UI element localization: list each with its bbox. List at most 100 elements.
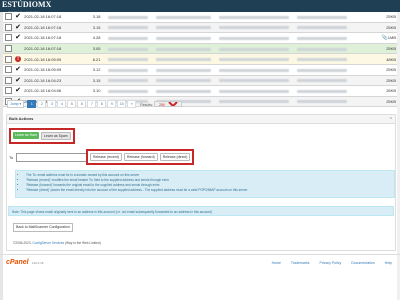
next-page-button[interactable]: »	[127, 100, 137, 108]
row-date: 2021-02-18 16:07:18	[23, 22, 86, 34]
redacted-text	[297, 47, 348, 51]
info-box: The To: email address must be in a domai…	[15, 170, 395, 198]
row-checkbox[interactable]	[4, 66, 12, 74]
redacted-text	[219, 89, 290, 93]
bulk-actions-panel: Bulk Actions ^ Learn as Ham Learn as Spa…	[6, 114, 396, 251]
row-size: 📎1MB	[374, 32, 397, 44]
row-checkbox[interactable]	[4, 55, 12, 63]
cpanel-version: 110.0.18	[32, 261, 44, 265]
row-date: 2021-02-18 16:07:18	[23, 32, 86, 44]
row-redacted-fields	[101, 22, 375, 34]
redacted-text	[156, 58, 212, 62]
redacted-text	[297, 79, 348, 83]
footer-link-privacy[interactable]: Privacy Policy	[319, 261, 341, 265]
row-size: 25KB	[374, 64, 397, 76]
redacted-text	[219, 26, 290, 30]
row-redacted-fields	[101, 75, 375, 87]
release-direct-button[interactable]: Release (direct)	[159, 153, 191, 161]
row-checkbox[interactable]	[4, 34, 12, 42]
results-label: Results: 250	[140, 101, 182, 107]
row-checkbox[interactable]	[4, 23, 12, 31]
collapse-caret-icon[interactable]: ^	[390, 115, 392, 123]
back-button[interactable]: Back to MailScanner Configuration	[13, 223, 73, 232]
redacted-text	[297, 68, 348, 72]
row-size-text: 26KB	[386, 88, 396, 94]
footer-link-trademarks[interactable]: Trademarks	[291, 261, 310, 265]
redacted-text	[108, 47, 149, 51]
checkmark-icon: ✔	[15, 87, 21, 95]
row-checkbox[interactable]	[4, 13, 12, 21]
page-button[interactable]: 2	[37, 100, 47, 108]
warning-icon: !	[15, 56, 22, 63]
checkmark-icon: ✔	[15, 13, 21, 21]
redacted-text	[219, 47, 290, 51]
row-number	[3, 32, 14, 44]
table-row[interactable]: ✔ 2021-02-18 16:07:18 4.28 📎1MB	[3, 32, 397, 44]
row-checkbox[interactable]	[4, 45, 12, 53]
redacted-text	[156, 15, 212, 19]
row-checkbox[interactable]	[4, 76, 12, 84]
learn-spam-button[interactable]: Learn as Spam	[40, 132, 71, 140]
redacted-text	[297, 100, 348, 104]
redacted-text	[108, 15, 149, 19]
release-recent-button[interactable]: Release (recent)	[90, 153, 122, 161]
redacted-text	[219, 15, 290, 19]
row-size: 25KB	[374, 22, 397, 34]
row-size-text: 25KB	[386, 46, 396, 52]
to-label: To	[9, 155, 14, 160]
redacted-text	[219, 68, 290, 72]
row-status: ✔	[13, 22, 24, 34]
table-row[interactable]: ✔ 2021-02-18 16:04:23 3.15 25KB	[3, 75, 397, 87]
jump-button[interactable]: Jump ▾	[7, 100, 25, 108]
configserver-link[interactable]: ConfigServer Services	[32, 241, 64, 245]
row-status: !	[13, 53, 24, 65]
redacted-text	[297, 36, 348, 40]
page-button[interactable]: 7	[87, 100, 97, 108]
table-row[interactable]: ✔ 2021-02-18 16:05:09 3.12 25KB	[3, 64, 397, 76]
message-table: ✔ 2021-02-18 16:07:18 3.18 25KB ✔ 2021-02-18 …	[3, 12, 397, 108]
page-button[interactable]: 1	[27, 100, 37, 108]
row-redacted-fields	[101, 32, 375, 44]
page-button[interactable]: 4	[57, 100, 67, 108]
footer-link-documentation[interactable]: Documentation	[351, 261, 375, 265]
top-header: ESTÚDIOMX WEB DESIGN & MARKETING	[0, 0, 400, 14]
cpanel-logo[interactable]: cPanel	[6, 259, 29, 266]
footer: cPanel 110.0.18 Home Trademarks Privacy …	[0, 254, 400, 301]
checkmark-icon: ✔	[15, 66, 21, 74]
page-button[interactable]: 6	[77, 100, 87, 108]
results-select[interactable]: 250	[153, 101, 182, 107]
to-input[interactable]	[16, 153, 88, 162]
row-date: 2021-02-18 16:04:23	[23, 75, 86, 87]
page-button[interactable]: 9	[107, 100, 117, 108]
redacted-text	[297, 26, 348, 30]
pagination: Jump ▾ 1 2 3 4 5 6 7 8 9 10 » Results: 250	[7, 100, 182, 108]
page-button[interactable]: 3	[47, 100, 57, 108]
row-score: 3.15	[85, 22, 102, 34]
table-row[interactable]: ✔ 2021-02-18 16:07:18 3.18 25KB	[3, 12, 397, 23]
table-row[interactable]: ! 2021-02-18 16:05:09 6.21 48KB	[3, 53, 397, 65]
row-checkbox[interactable]	[4, 87, 12, 95]
note-box: Note: This page shows email originally s…	[8, 206, 394, 216]
row-size-text: 25KB	[386, 77, 396, 83]
learn-ham-button[interactable]: Learn as Ham	[13, 132, 39, 139]
row-score: 3.15	[85, 75, 102, 87]
footer-link-home[interactable]: Home	[272, 261, 281, 265]
row-date: 2021-02-18 16:05:09	[23, 53, 86, 65]
redacted-text	[156, 36, 212, 40]
row-size-text: 25KB	[386, 99, 396, 105]
page-button[interactable]: 8	[97, 100, 107, 108]
row-score: 3.10	[85, 85, 102, 97]
table-row[interactable]: ✔ 2021-02-18 16:07:18 3.15 25KB	[3, 22, 397, 34]
page-button[interactable]: 5	[67, 100, 77, 108]
row-size-text: 1MB	[387, 34, 396, 40]
table-row[interactable]: ✔ 2021-02-18 16:04:06 3.10 26KB	[3, 85, 397, 97]
row-score: 6.21	[85, 53, 102, 65]
footer-link-help[interactable]: Help	[385, 261, 392, 265]
release-forward-button[interactable]: Release (forward)	[123, 153, 158, 161]
page-button[interactable]: 10	[117, 100, 127, 108]
row-number	[3, 75, 14, 87]
row-size: 48KB	[374, 53, 397, 65]
row-size: 26KB	[374, 85, 397, 97]
table-row[interactable]: 2021-02-18 16:07:18 3.05 25KB	[3, 43, 397, 55]
footer-links: Home Trademarks Privacy Policy Documenta…	[272, 261, 392, 265]
